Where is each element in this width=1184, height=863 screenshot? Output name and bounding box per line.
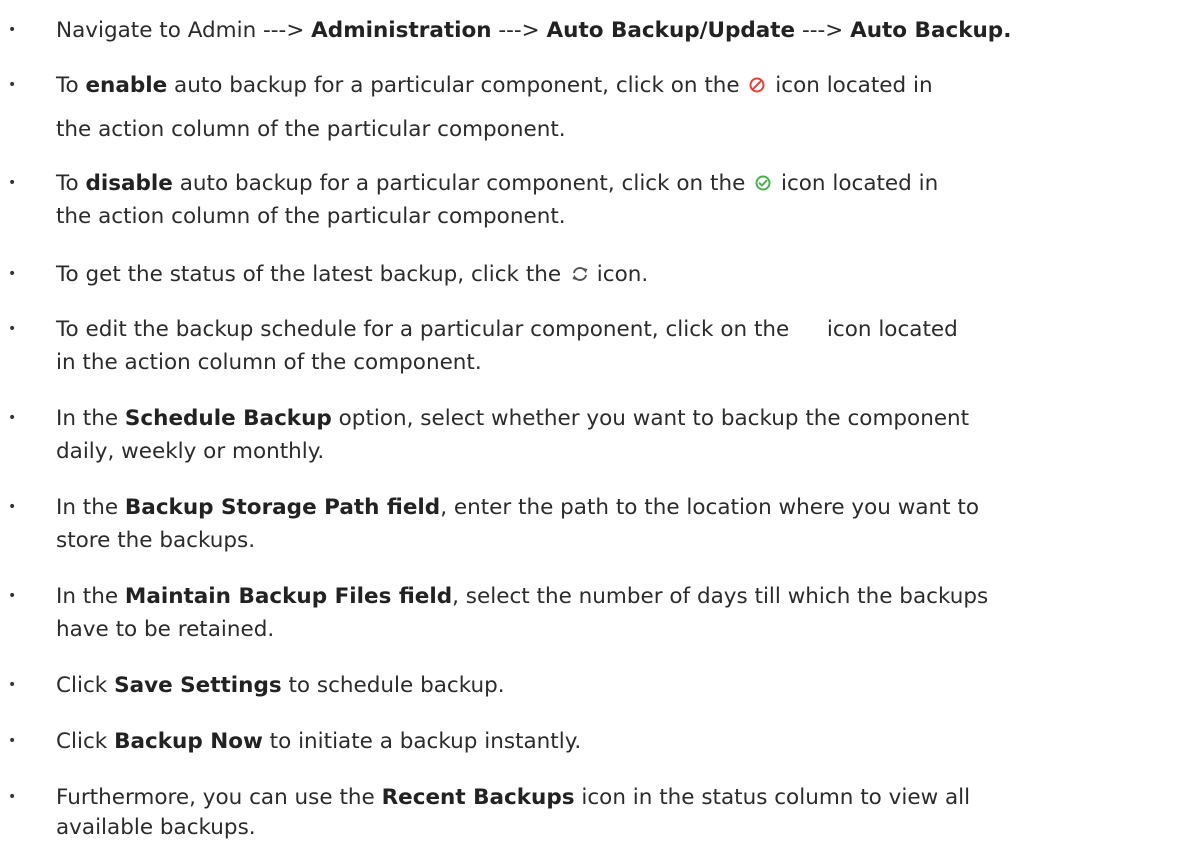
list-item-text: To get the status of the latest backup, … — [56, 262, 649, 287]
edit-icon — [796, 318, 820, 336]
bullet: • — [8, 789, 17, 805]
enabled-check-circle-icon — [754, 174, 772, 192]
bullet: • — [8, 77, 17, 93]
bullet: • — [8, 733, 17, 749]
bullet: • — [8, 499, 17, 515]
list-item-text: In the Maintain Backup Files field, sele… — [56, 584, 989, 642]
bullet: • — [8, 175, 17, 191]
list-item-text: To edit the backup schedule for a partic… — [56, 317, 958, 375]
list-item-text: In the Backup Storage Path field, enter … — [56, 495, 979, 553]
list-item-text: Navigate to Admin ---> Administration --… — [56, 18, 1012, 43]
bullet: • — [8, 266, 17, 282]
bullet: • — [8, 588, 17, 604]
disabled-circle-icon — [748, 76, 766, 94]
bullet: • — [8, 22, 17, 38]
list-item-text: To disable auto backup for a particular … — [56, 171, 939, 229]
list-item-text: In the Schedule Backup option, select wh… — [56, 406, 970, 464]
bullet: • — [8, 321, 17, 337]
list-item-text: To enable auto backup for a particular c… — [56, 73, 933, 142]
refresh-icon — [570, 265, 588, 283]
list-item-text: Click Backup Now to initiate a backup in… — [56, 729, 582, 754]
list-item-text: Click Save Settings to schedule backup. — [56, 673, 505, 698]
bullet: • — [8, 410, 17, 426]
bullet: • — [8, 677, 17, 693]
list-item-text: Furthermore, you can use the Recent Back… — [56, 785, 971, 840]
